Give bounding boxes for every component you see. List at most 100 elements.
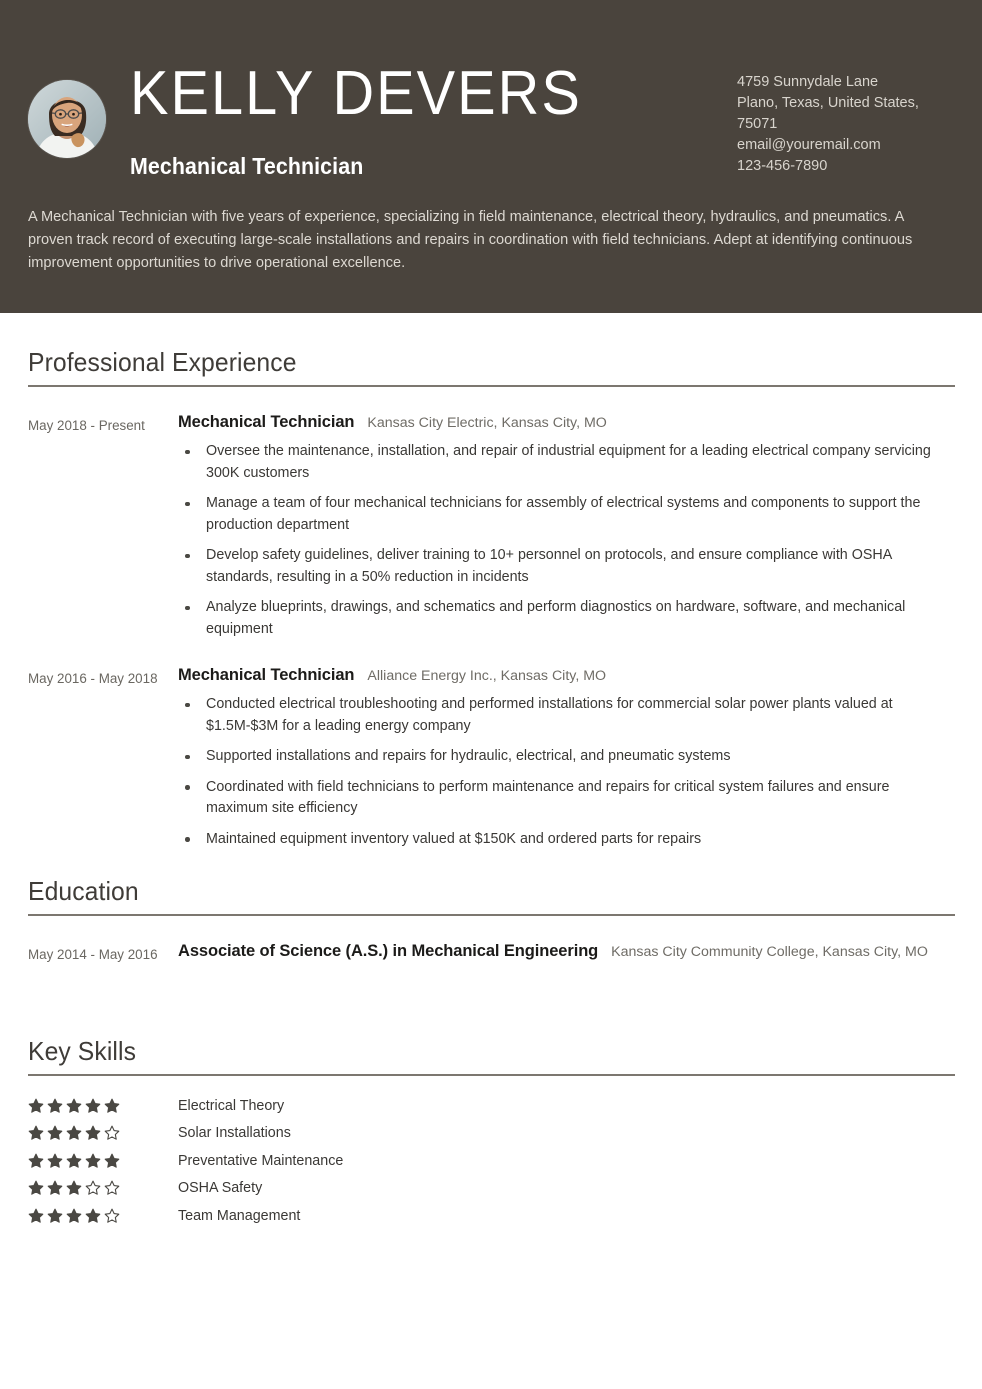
section-title-education: Education (28, 876, 139, 906)
bullet-text: Maintained equipment inventory valued at… (206, 830, 702, 847)
star-filled-icon (47, 1208, 63, 1223)
skill-label: Preventative Maintenance (178, 1152, 344, 1169)
header-job-title: Mechanical Technician (130, 153, 364, 180)
star-filled-icon (47, 1125, 63, 1140)
contact-block: 4759 Sunnydale Lane Plano, Texas, United… (720, 72, 972, 177)
education-school: Kansas City Community College, Kansas Ci… (611, 944, 928, 960)
bullet-text: Oversee the maintenance, installation, a… (206, 443, 931, 481)
skill-label: Team Management (178, 1207, 301, 1224)
contact-email[interactable]: email@youremail.com (737, 135, 972, 156)
entry-organization: Alliance Energy Inc., Kansas City, MO (367, 668, 607, 684)
skill-rating (28, 1153, 178, 1169)
experience-entry: May 2016 - May 2018 Mechanical Technicia… (28, 666, 954, 850)
bullet-text: Analyze blueprints, drawings, and schema… (206, 599, 906, 637)
bullet-dot-icon (185, 702, 190, 707)
star-filled-icon (47, 1180, 63, 1195)
section-title-experience: Professional Experience (28, 347, 297, 377)
entry-bullet-list: Conducted electrical troubleshooting and… (178, 694, 954, 850)
contact-zip: 75071 (737, 116, 778, 132)
list-item: Coordinated with field technicians to pe… (178, 777, 954, 820)
entry-role: Mechanical Technician (178, 413, 355, 431)
list-item: Manage a team of four mechanical technic… (178, 493, 954, 536)
list-item: OSHA Safety (28, 1175, 954, 1203)
education-degree: Associate of Science (A.S.) in Mechanica… (178, 942, 599, 960)
bullet-text: Conducted electrical troubleshooting and… (206, 696, 893, 734)
star-filled-icon (85, 1098, 101, 1113)
list-item: Supported installations and repairs for … (178, 746, 954, 768)
star-empty-icon (104, 1180, 120, 1195)
bullet-text: Coordinated with field technicians to pe… (206, 778, 890, 817)
entry-main: Mechanical Technician Alliance Energy In… (178, 666, 954, 850)
section-divider (28, 385, 955, 387)
resume-body: Professional Experience May 2018 - Prese… (0, 313, 982, 1230)
star-empty-icon (85, 1180, 101, 1195)
bullet-dot-icon (185, 553, 190, 558)
profile-photo-icon (28, 80, 106, 158)
skill-rating (28, 1180, 178, 1196)
list-item: Preventative Maintenance (28, 1147, 954, 1175)
section-professional-experience: Professional Experience May 2018 - Prese… (28, 313, 955, 850)
section-key-skills: Key Skills Electrical Theory Solar Insta… (28, 964, 955, 1230)
skill-rating (28, 1125, 178, 1141)
avatar (28, 80, 106, 158)
list-item: Analyze blueprints, drawings, and schema… (178, 597, 954, 640)
star-filled-icon (28, 1208, 44, 1223)
star-filled-icon (66, 1180, 82, 1195)
bullet-text: Supported installations and repairs for … (206, 748, 731, 764)
section-title-skills: Key Skills (28, 1036, 137, 1066)
skill-label: Electrical Theory (178, 1097, 285, 1114)
contact-city: Plano, Texas, United States, (737, 95, 919, 111)
star-filled-icon (104, 1153, 120, 1168)
entry-heading: Mechanical Technician Kansas City Electr… (178, 413, 954, 432)
skill-label: OSHA Safety (178, 1180, 263, 1197)
profile-summary: A Mechanical Technician with five years … (28, 209, 913, 272)
bullet-dot-icon (185, 501, 190, 506)
star-filled-icon (104, 1098, 120, 1113)
section-divider (28, 914, 955, 916)
list-item: Develop safety guidelines, deliver train… (178, 545, 954, 588)
bullet-text: Manage a team of four mechanical technic… (206, 495, 921, 533)
list-item: Oversee the maintenance, installation, a… (178, 441, 954, 484)
star-filled-icon (85, 1153, 101, 1168)
entry-role: Mechanical Technician (178, 666, 355, 684)
star-filled-icon (66, 1098, 82, 1113)
entry-heading: Mechanical Technician Alliance Energy In… (178, 666, 954, 685)
skill-rating (28, 1208, 178, 1224)
skills-list: Electrical Theory Solar Installations Pr… (28, 1092, 954, 1230)
star-empty-icon (104, 1125, 120, 1140)
list-item: Solar Installations (28, 1120, 954, 1148)
entry-bullet-list: Oversee the maintenance, installation, a… (178, 441, 954, 640)
list-item: Electrical Theory (28, 1092, 954, 1120)
resume-header: KELLY DEVERS Mechanical Technician 4759 … (0, 0, 982, 313)
star-filled-icon (28, 1125, 44, 1140)
entry-heading: Associate of Science (A.S.) in Mechanica… (178, 942, 954, 961)
star-filled-icon (47, 1098, 63, 1113)
list-item: Maintained equipment inventory valued at… (178, 829, 954, 851)
star-filled-icon (66, 1125, 82, 1140)
bullet-dot-icon (185, 754, 190, 759)
entry-main: Mechanical Technician Kansas City Electr… (178, 413, 954, 640)
star-empty-icon (104, 1208, 120, 1223)
bullet-text: Develop safety guidelines, deliver train… (206, 547, 892, 585)
contact-phone[interactable]: 123-456-7890 (737, 156, 972, 177)
list-item: Team Management (28, 1202, 954, 1230)
entry-main: Associate of Science (A.S.) in Mechanica… (178, 942, 954, 964)
star-filled-icon (85, 1208, 101, 1223)
star-filled-icon (28, 1153, 44, 1168)
header-top-row: KELLY DEVERS Mechanical Technician 4759 … (0, 0, 982, 180)
skill-rating (28, 1098, 178, 1114)
skill-label: Solar Installations (178, 1125, 291, 1142)
education-entry: May 2014 - May 2016 Associate of Science… (28, 942, 954, 964)
star-filled-icon (28, 1098, 44, 1113)
star-filled-icon (28, 1180, 44, 1195)
bullet-dot-icon (185, 605, 190, 610)
name-block: KELLY DEVERS Mechanical Technician (130, 58, 720, 180)
entry-date: May 2016 - May 2018 (28, 671, 158, 686)
entry-organization: Kansas City Electric, Kansas City, MO (367, 415, 607, 431)
entry-date: May 2018 - Present (28, 418, 145, 433)
bullet-dot-icon (185, 837, 190, 842)
contact-street: 4759 Sunnydale Lane (737, 74, 879, 90)
star-filled-icon (66, 1153, 82, 1168)
entry-date: May 2014 - May 2016 (28, 947, 158, 962)
experience-entry: May 2018 - Present Mechanical Technician… (28, 413, 954, 640)
